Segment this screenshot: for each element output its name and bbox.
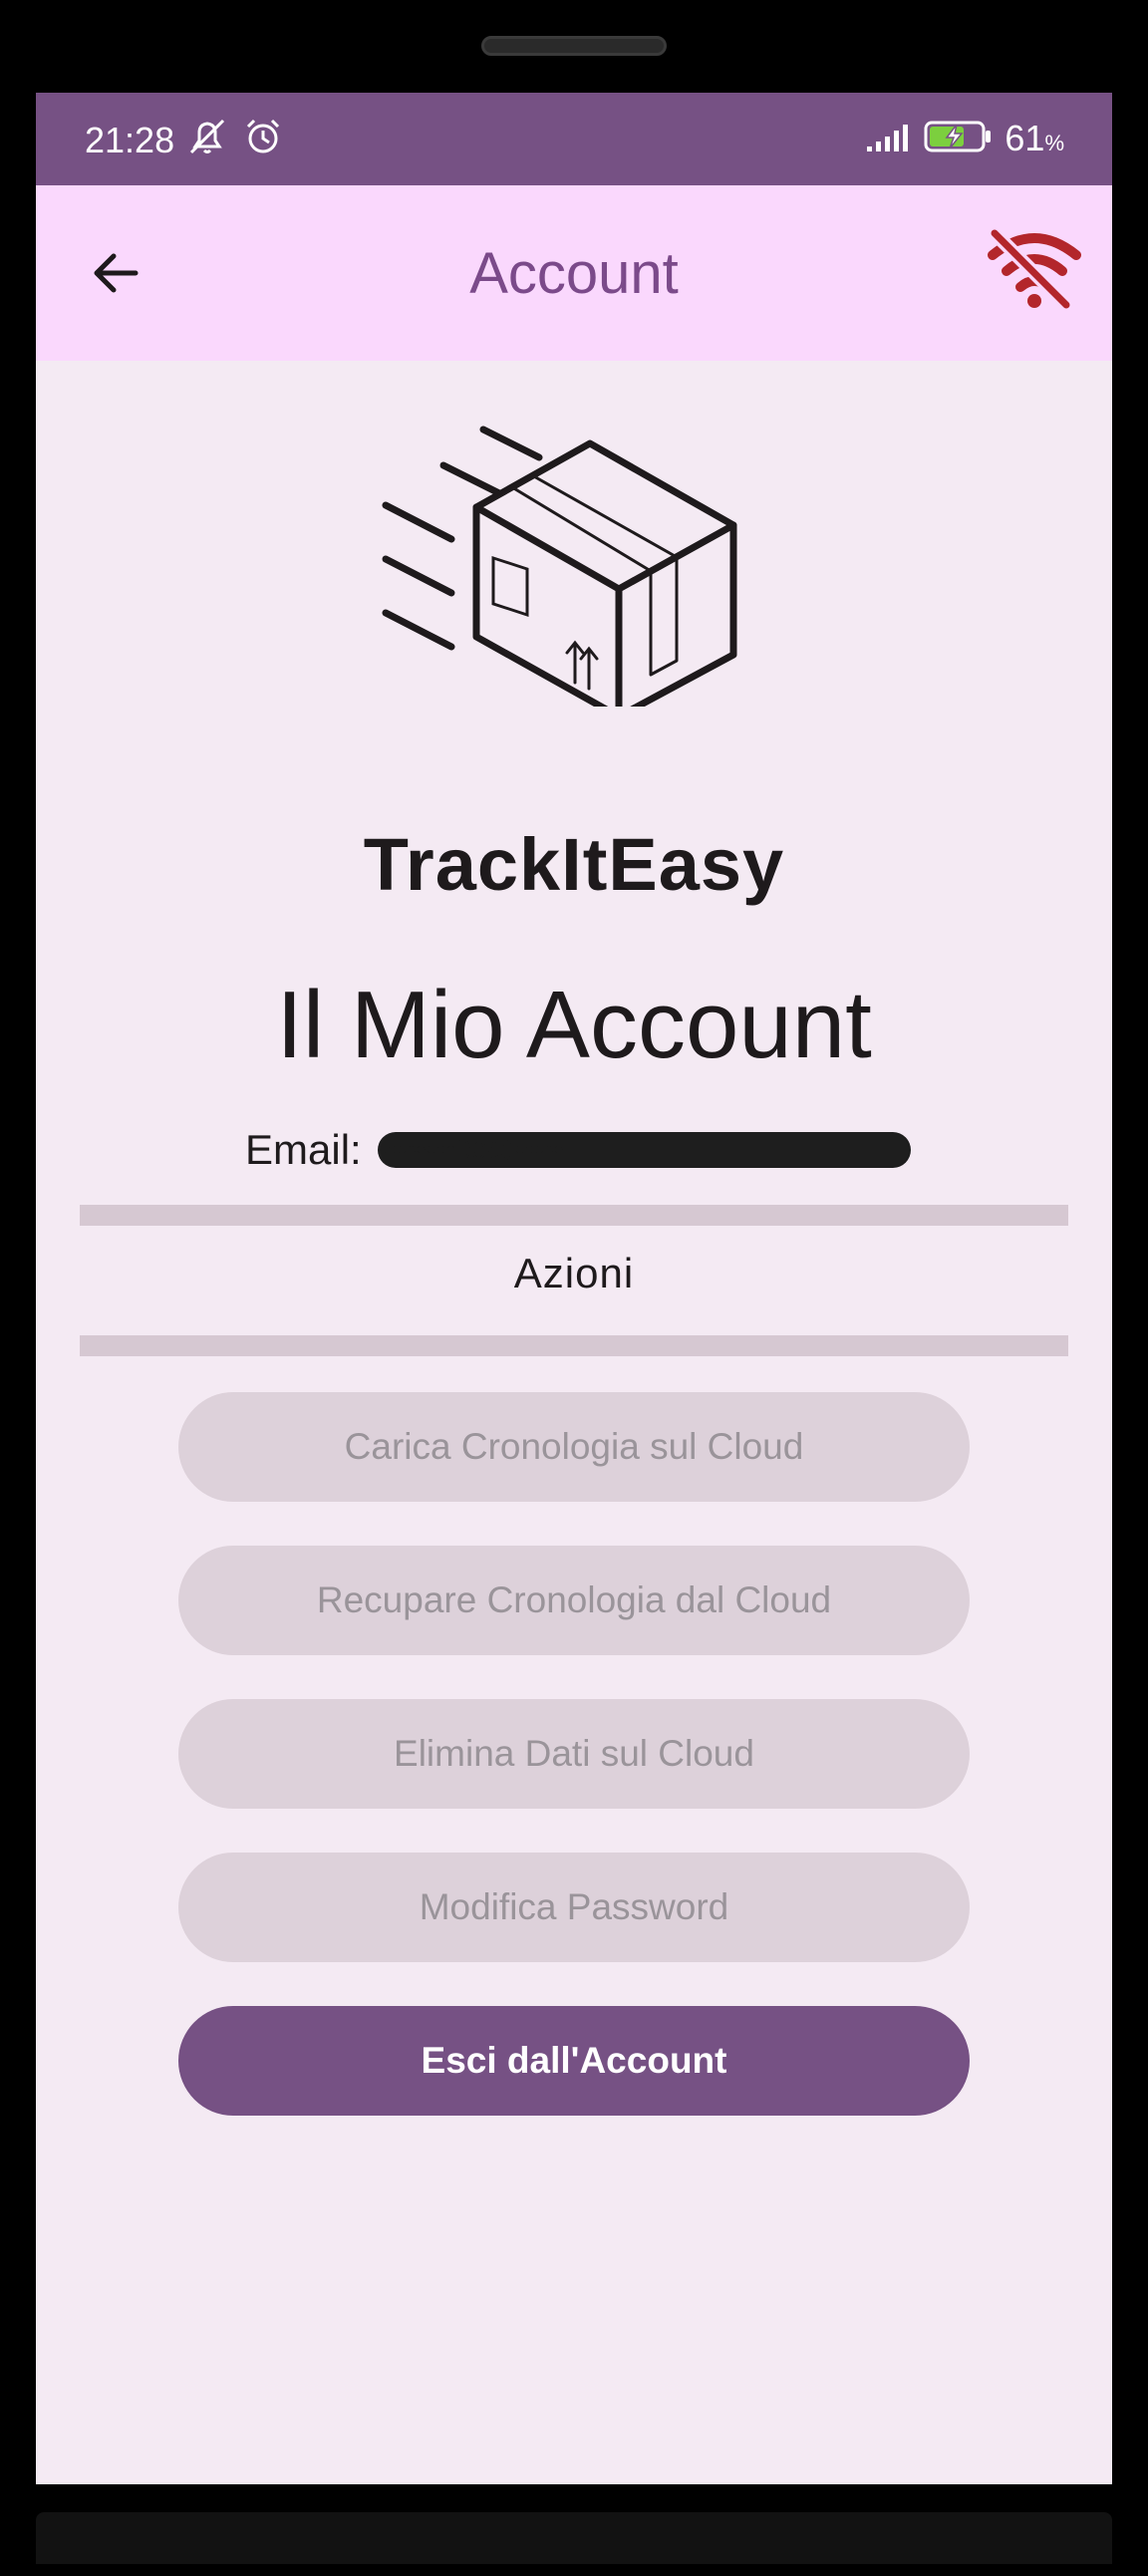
wifi-off-button[interactable]	[987, 225, 1082, 315]
delivery-box-icon	[382, 426, 737, 720]
navigation-bar	[36, 2512, 1112, 2564]
app-bar-title: Account	[469, 241, 679, 306]
email-value-redacted: ••••••••00@•••••	[377, 1132, 911, 1168]
battery-charging-icon	[923, 119, 995, 163]
phone-screen: 21:28 61% Account TrackItEasy Il Mio Acc…	[36, 93, 1112, 2484]
battery-unit: %	[1044, 130, 1064, 155]
divider-bottom	[80, 1335, 1068, 1356]
alarm-icon	[243, 117, 283, 165]
app-logo	[368, 422, 836, 720]
email-label: Email:	[245, 1126, 362, 1173]
logout-button[interactable]: Esci dall'Account	[178, 2006, 970, 2116]
email-row: Email: ••••••••00@•••••	[245, 1120, 911, 1180]
upload-history-button[interactable]: Carica Cronologia sul Cloud	[178, 1392, 970, 1502]
page-title: Il Mio Account	[276, 972, 872, 1078]
status-bar: 21:28 61%	[36, 93, 1112, 185]
divider-top	[80, 1205, 1068, 1226]
change-password-button[interactable]: Modifica Password	[178, 1853, 970, 1962]
battery-percent: 61	[1004, 117, 1045, 158]
restore-history-button[interactable]: Recupare Cronologia dal Cloud	[178, 1546, 970, 1655]
brand-name: TrackItEasy	[363, 823, 785, 906]
wifi-off-icon	[988, 228, 1081, 310]
phone-speaker	[481, 36, 667, 56]
mute-icon	[185, 117, 229, 165]
signal-icon	[865, 120, 913, 161]
status-time: 21:28	[85, 120, 175, 160]
delete-cloud-data-button[interactable]: Elimina Dati sul Cloud	[178, 1699, 970, 1809]
section-label: Azioni	[513, 1250, 635, 1296]
app-bar: Account	[36, 185, 1112, 361]
